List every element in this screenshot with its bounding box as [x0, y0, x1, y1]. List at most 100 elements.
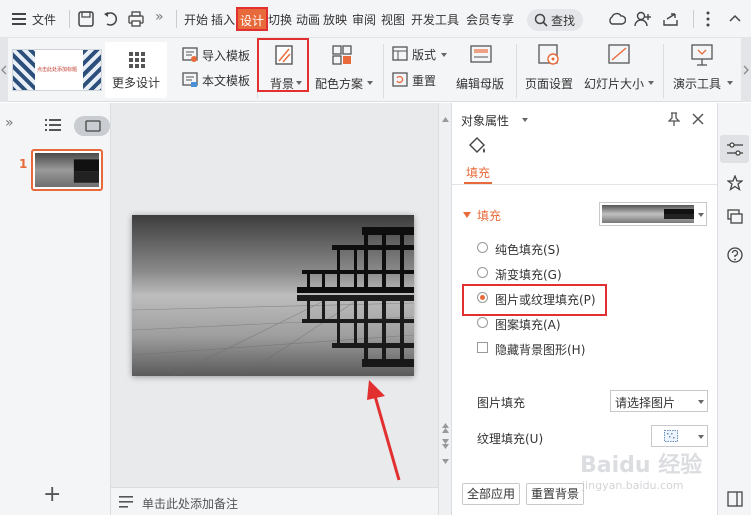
page-setup-button[interactable]: 页面设置 [521, 40, 577, 96]
panel-title-dropdown[interactable]: 对象属性 [461, 112, 531, 128]
outline-view-icon[interactable] [45, 118, 61, 132]
tab-member[interactable]: 会员专享 [466, 11, 514, 28]
menu-bar: 文件 » 开始 插入 设计 切换 动画 放映 审阅 视图 开发工具 会员专享 查… [0, 0, 751, 38]
tab-insert[interactable]: 插入 [211, 11, 235, 28]
tab-transitions[interactable]: 切换 [268, 11, 292, 28]
background-button-highlight [257, 38, 309, 92]
import-template-button[interactable]: 导入模板 [180, 46, 254, 66]
triangle-down-icon [463, 212, 471, 218]
solid-fill-option[interactable]: 纯色填充(S) [477, 239, 607, 257]
save-icon[interactable] [78, 11, 94, 27]
print-icon[interactable] [128, 11, 144, 27]
ribbon-scroll-right[interactable] [741, 38, 751, 102]
watermark-brand: Baidu 经验 [580, 453, 703, 478]
scroll-down-icon[interactable] [442, 459, 449, 464]
layout-button[interactable]: 版式 [390, 45, 450, 65]
panel-settings-icon[interactable] [727, 491, 743, 507]
close-icon[interactable] [692, 113, 704, 125]
tab-developer[interactable]: 开发工具 [411, 11, 459, 28]
fill-preview-dropdown[interactable] [599, 202, 707, 226]
picture-fill-highlight [462, 284, 607, 316]
notes-bar[interactable]: 单击此处添加备注 [111, 487, 438, 515]
help-icon[interactable] [727, 247, 743, 263]
color-scheme-button[interactable]: 配色方案 [312, 40, 376, 96]
expand-panel-chevron[interactable]: » [5, 115, 14, 131]
file-menu-label: 文件 [32, 13, 57, 27]
pin-icon[interactable] [668, 112, 680, 126]
pattern-fill-radio[interactable] [477, 317, 488, 328]
thumbnail-pattern-left [13, 50, 35, 90]
paint-bucket-icon[interactable] [467, 136, 487, 156]
solid-fill-radio[interactable] [477, 242, 488, 253]
cloud-sync-icon[interactable] [608, 11, 626, 27]
picture-fill-select[interactable]: 请选择图片 [610, 390, 708, 412]
slide-view-toggle[interactable] [74, 116, 110, 136]
texture-swatch-icon [664, 430, 678, 442]
undo-icon[interactable] [103, 11, 119, 27]
animation-star-icon[interactable] [727, 175, 743, 191]
page-down-icon[interactable] [442, 439, 449, 449]
tab-design[interactable]: 设计 [236, 7, 269, 31]
slide-size-label: 幻灯片大小 [584, 77, 645, 91]
edit-master-label: 编辑母版 [456, 77, 505, 91]
more-design-button[interactable]: 更多设计 [105, 42, 167, 98]
import-template-label: 导入模板 [202, 49, 251, 63]
add-user-icon[interactable] [634, 11, 652, 27]
chevron-down-icon [698, 435, 704, 439]
divider [69, 10, 70, 28]
tab-review[interactable]: 审阅 [352, 11, 376, 28]
tab-animation[interactable]: 动画 [296, 11, 320, 28]
slide-size-button[interactable]: 幻灯片大小 [581, 40, 657, 96]
chevron-down-icon [441, 53, 447, 57]
apply-all-label: 全部应用 [466, 487, 515, 501]
reset-background-button[interactable]: 重置背景 [526, 483, 584, 505]
more-options-icon[interactable] [705, 11, 711, 27]
slide-transition-icon[interactable] [727, 209, 743, 225]
collapse-ribbon-icon[interactable] [729, 14, 741, 24]
ribbon-scroll-left[interactable] [0, 38, 8, 102]
pattern-fill-option[interactable]: 图案填充(A) [477, 314, 607, 332]
canvas-scrollbar[interactable] [438, 103, 451, 515]
share-icon[interactable] [662, 11, 680, 27]
more-tabs-chevron[interactable]: » [155, 9, 164, 25]
tab-fill[interactable]: 填充 [466, 164, 490, 181]
chevron-left-icon [1, 65, 7, 75]
gradient-fill-option[interactable]: 渐变填充(G) [477, 264, 607, 282]
divider [663, 44, 664, 98]
design-template-thumbnail[interactable]: 点击此处添加标题 [12, 49, 102, 91]
slide[interactable] [132, 215, 414, 376]
side-toolbar [717, 103, 751, 515]
slide-thumbnail-image [35, 153, 99, 187]
slide-size-icon [608, 44, 630, 64]
notes-icon [119, 496, 133, 508]
divider [693, 10, 694, 28]
edit-master-button[interactable]: 编辑母版 [452, 40, 510, 96]
file-menu[interactable]: 文件 [10, 9, 62, 29]
tab-slideshow[interactable]: 放映 [323, 11, 347, 28]
search-label: 查找 [551, 14, 576, 28]
notes-placeholder: 单击此处添加备注 [142, 497, 239, 511]
search-box[interactable]: 查找 [527, 9, 583, 31]
page-up-icon[interactable] [442, 423, 449, 433]
hide-bg-graphics-option[interactable]: 隐藏背景图形(H) [477, 339, 617, 357]
hide-bg-graphics-checkbox[interactable] [477, 342, 488, 353]
layout-icon [392, 46, 408, 61]
texture-fill-select[interactable] [651, 425, 708, 447]
annotation-arrow [367, 380, 401, 481]
reset-button[interactable]: 重置 [390, 71, 450, 91]
slide-thumbnail-1[interactable] [31, 149, 103, 191]
text-template-button[interactable]: 本文模板 [180, 71, 254, 91]
design-ribbon: 点击此处添加标题 更多设计 导入模板 本文模板 背景 配色方案 版式 重置 编辑… [0, 38, 751, 102]
apply-all-button[interactable]: 全部应用 [462, 483, 520, 505]
fill-section-header[interactable]: 填充 [463, 207, 523, 223]
properties-tool[interactable] [720, 135, 749, 163]
add-slide-button[interactable]: + [43, 484, 61, 506]
divider [176, 10, 177, 28]
tab-view[interactable]: 视图 [381, 11, 405, 28]
tab-home[interactable]: 开始 [184, 11, 208, 28]
watermark: Baidu 经验 jingyan.baidu.com [580, 447, 716, 497]
presentation-tools-button[interactable]: 演示工具 [669, 40, 735, 96]
text-template-label: 本文模板 [202, 74, 251, 88]
scroll-up-icon[interactable] [442, 117, 449, 122]
gradient-fill-radio[interactable] [477, 267, 488, 278]
